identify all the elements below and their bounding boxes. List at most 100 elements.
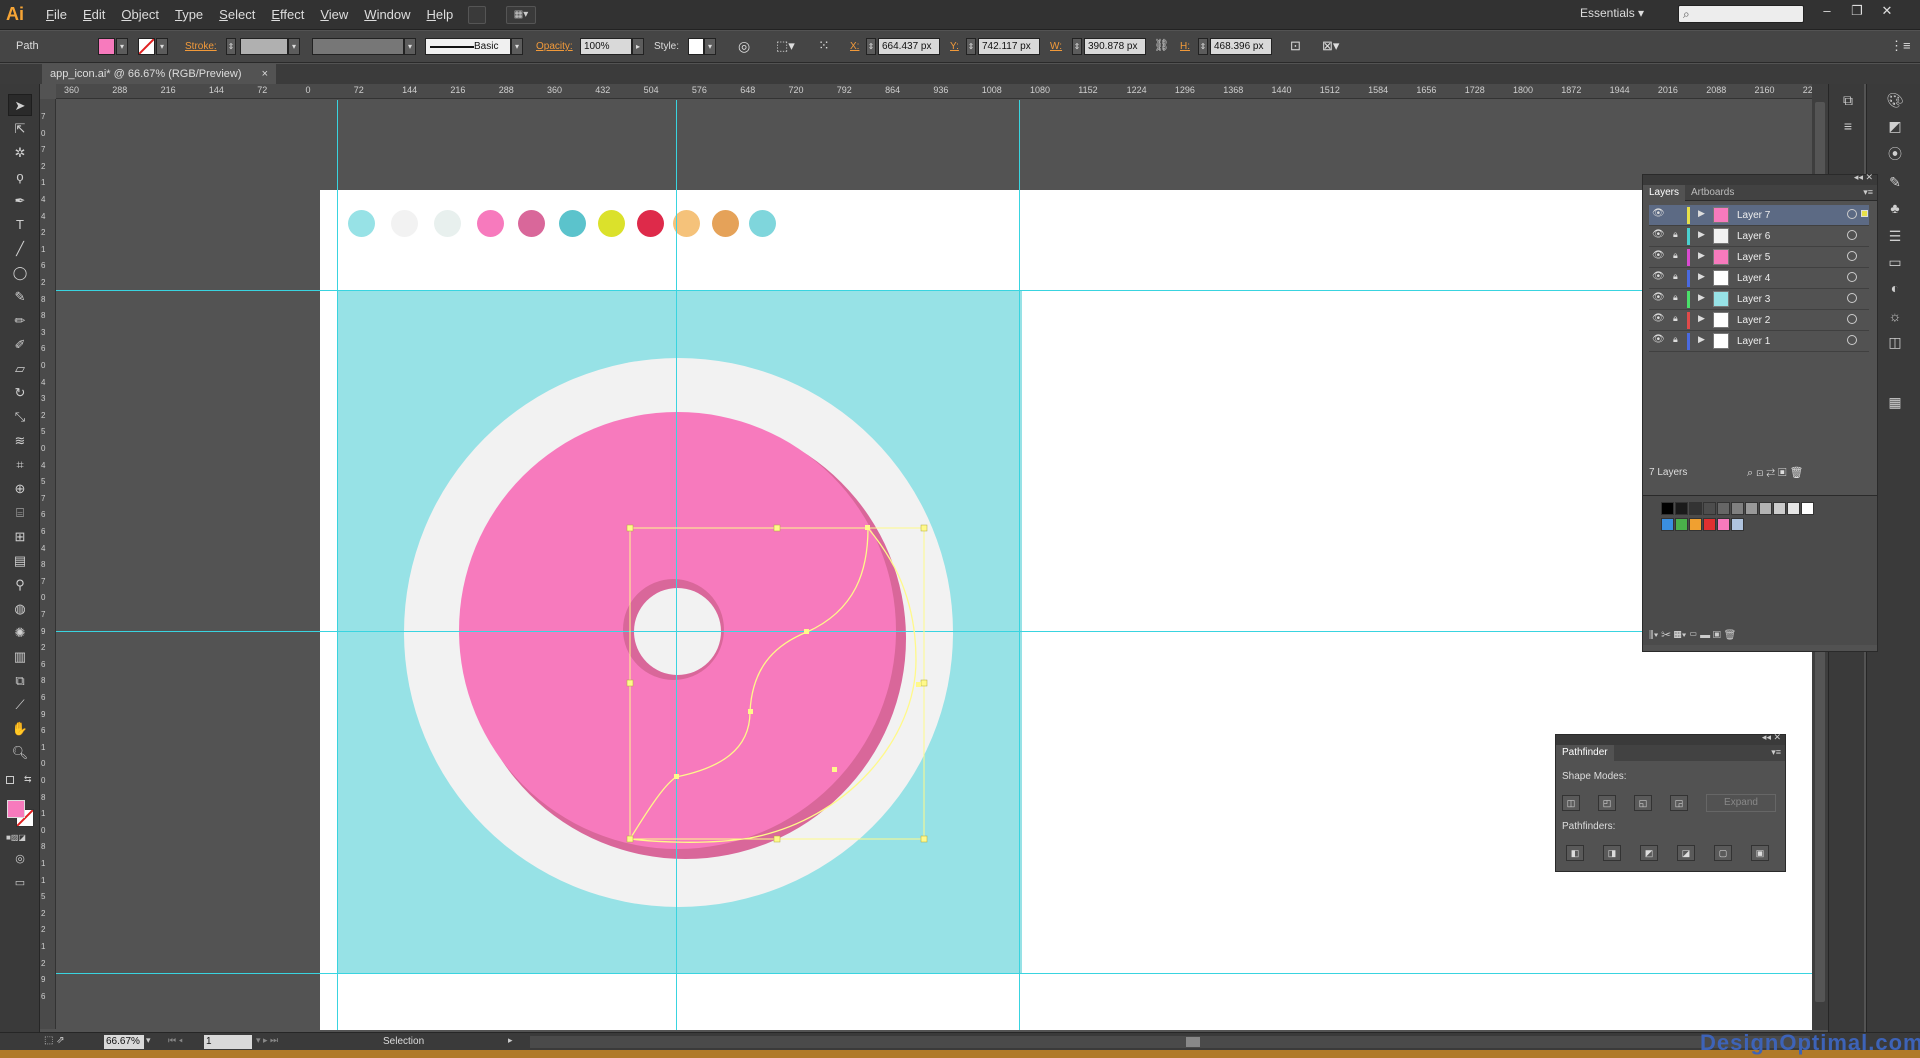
rotate-tool-icon[interactable]: ↻ — [8, 382, 32, 404]
layers-panel-header[interactable]: ◂◂ ✕ — [1643, 172, 1877, 185]
swatch[interactable] — [1689, 518, 1702, 531]
bridge-button[interactable] — [468, 6, 486, 24]
style-dropdown[interactable]: ▾ — [704, 38, 716, 55]
brush-dropdown[interactable]: ▾ — [511, 38, 523, 55]
menu-select[interactable]: Select — [211, 0, 263, 30]
expand-button[interactable]: Expand — [1706, 794, 1776, 812]
selection-indicator[interactable] — [1861, 210, 1868, 217]
minimize-button[interactable]: – — [1816, 3, 1838, 23]
line-tool-icon[interactable]: ╱ — [8, 238, 32, 260]
y-stepper[interactable]: ⇕ — [966, 38, 976, 55]
swatch[interactable] — [1731, 518, 1744, 531]
layer-name[interactable]: Layer 3 — [1737, 294, 1770, 305]
swatch[interactable] — [1801, 502, 1814, 515]
eraser-tool-icon[interactable]: ▱ — [8, 358, 32, 380]
fill-color-front[interactable] — [7, 800, 25, 818]
magic-wand-tool-icon[interactable]: ✲ — [8, 142, 32, 164]
tab-artboards[interactable]: Artboards — [1685, 185, 1740, 201]
lock-icon[interactable]: 🔒︎ — [1673, 229, 1678, 240]
gradient-tool-icon[interactable]: ▤ — [8, 550, 32, 572]
zoom-field[interactable]: 66.67% — [104, 1035, 144, 1049]
expand-arrow-icon[interactable]: ▶ — [1698, 208, 1705, 219]
opacity-label[interactable]: Opacity: — [536, 41, 573, 52]
divide-button[interactable]: ◧ — [1566, 845, 1584, 861]
swatch[interactable] — [1731, 502, 1744, 515]
direct-selection-tool-icon[interactable]: ⇱ — [8, 118, 32, 140]
artboard-tool-icon[interactable]: ⧉ — [8, 670, 32, 692]
align-panel-icon[interactable]: ≡ — [1837, 118, 1859, 138]
minus-back-button[interactable]: ▣ — [1751, 845, 1769, 861]
horizontal-scrollbar[interactable] — [530, 1036, 1810, 1048]
swatch[interactable] — [1787, 502, 1800, 515]
target-circle-icon[interactable] — [1847, 335, 1857, 345]
lock-icon[interactable]: 🔒︎ — [1673, 271, 1678, 282]
panel-menu-icon[interactable]: ▾≡ — [1863, 187, 1873, 198]
tab-pathfinder[interactable]: Pathfinder — [1556, 745, 1614, 761]
layer-name[interactable]: Layer 5 — [1737, 252, 1770, 263]
scale-tool-icon[interactable]: ⤡ — [8, 406, 32, 428]
recolor-artwork-icon[interactable]: ◎ — [738, 38, 750, 55]
swatch[interactable] — [1675, 502, 1688, 515]
blob-brush-tool-icon[interactable]: ✐ — [8, 334, 32, 356]
target-circle-icon[interactable] — [1847, 251, 1857, 261]
menu-view[interactable]: View — [312, 0, 356, 30]
w-field[interactable]: 390.878 px — [1084, 38, 1146, 55]
draw-mode-icon[interactable]: ◎ — [8, 848, 32, 870]
unite-button[interactable]: ◫ — [1562, 795, 1580, 811]
crop-button[interactable]: ◪ — [1677, 845, 1695, 861]
tab-layers[interactable]: Layers — [1643, 185, 1686, 201]
artboards-panel-icon[interactable]: ⧉ — [1837, 92, 1859, 112]
expand-arrow-icon[interactable]: ▶ — [1698, 313, 1705, 324]
swatch[interactable] — [1759, 502, 1772, 515]
swatches-footer-icons[interactable]: ⫼▾ ✂ ▦▾ ▭ ▬ ▣ 🗑︎ — [1649, 630, 1736, 641]
layer-row[interactable]: 👁︎ 🔒︎ ▶ Layer 3 — [1649, 289, 1869, 310]
menu-edit[interactable]: Edit — [75, 0, 113, 30]
close-window-button[interactable]: ✕ — [1876, 3, 1898, 23]
visibility-eye-icon[interactable]: 👁︎ — [1652, 271, 1665, 282]
panel-menu-icon[interactable]: ⋮≡ — [1890, 38, 1911, 54]
swatch[interactable] — [1661, 518, 1674, 531]
lock-icon[interactable]: 🔒︎ — [1673, 313, 1678, 324]
swatch[interactable] — [1717, 518, 1730, 531]
free-transform-tool-icon[interactable]: ⌗ — [8, 454, 32, 476]
help-search-input[interactable]: ⌕ — [1678, 5, 1804, 23]
pencil-tool-icon[interactable]: ✏ — [8, 310, 32, 332]
menu-window[interactable]: Window — [356, 0, 418, 30]
layer-name[interactable]: Layer 4 — [1737, 273, 1770, 284]
color-guide-icon[interactable]: ◩ — [1884, 118, 1906, 138]
isolate-object-icon[interactable]: ⊠▾ — [1322, 38, 1339, 54]
variable-width-profile[interactable] — [312, 38, 404, 55]
target-circle-icon[interactable] — [1847, 314, 1857, 324]
visibility-eye-icon[interactable]: 👁︎ — [1652, 313, 1665, 324]
lasso-tool-icon[interactable]: ϙ — [8, 166, 32, 188]
status-menu-arrow[interactable]: ▸ — [508, 1035, 513, 1046]
panel-menu-icon[interactable]: ▾≡ — [1771, 747, 1781, 758]
profile-dropdown[interactable]: ▾ — [404, 38, 416, 55]
reference-point-icon[interactable]: ⁙ — [818, 37, 830, 54]
layers-panel-icon[interactable]: ▦ — [1884, 394, 1906, 414]
layer-row[interactable]: 👁︎ 🔒︎ ▶ Layer 1 — [1649, 331, 1869, 352]
constrain-proportions-icon[interactable]: ⛓ — [1154, 38, 1169, 52]
swatch[interactable] — [1745, 502, 1758, 515]
expand-arrow-icon[interactable]: ▶ — [1698, 334, 1705, 345]
swap-colors-icon[interactable]: ⇆ — [24, 774, 32, 785]
artboard-number-field[interactable]: 1 — [204, 1035, 252, 1049]
h-scroll-thumb[interactable] — [1186, 1037, 1200, 1047]
lock-icon[interactable]: 🔒︎ — [1673, 334, 1678, 345]
minus-front-button[interactable]: ◰ — [1598, 795, 1616, 811]
warp-tool-icon[interactable]: ≋ — [8, 430, 32, 452]
canvas[interactable] — [56, 100, 1828, 1030]
blend-tool-icon[interactable]: ◍ — [8, 598, 32, 620]
swatch[interactable] — [1773, 502, 1786, 515]
menu-object[interactable]: Object — [113, 0, 167, 30]
swatch[interactable] — [1661, 502, 1674, 515]
pen-tool-icon[interactable]: ✒ — [8, 190, 32, 212]
target-circle-icon[interactable] — [1847, 293, 1857, 303]
trim-button[interactable]: ◨ — [1603, 845, 1621, 861]
perspective-grid-tool-icon[interactable]: ⌸ — [8, 502, 32, 524]
layer-row[interactable]: 👁︎ 🔒︎ ▶ Layer 5 — [1649, 247, 1869, 268]
visibility-eye-icon[interactable]: 👁︎ — [1652, 208, 1665, 219]
zoom-dropdown-icon[interactable]: ▾ — [146, 1035, 151, 1046]
document-tab[interactable]: app_icon.ai* @ 66.67% (RGB/Preview) × — [42, 64, 276, 84]
layers-footer-icons[interactable]: ⌕ ⊡ ⇄ ▣ 🗑︎ — [1747, 466, 1804, 480]
